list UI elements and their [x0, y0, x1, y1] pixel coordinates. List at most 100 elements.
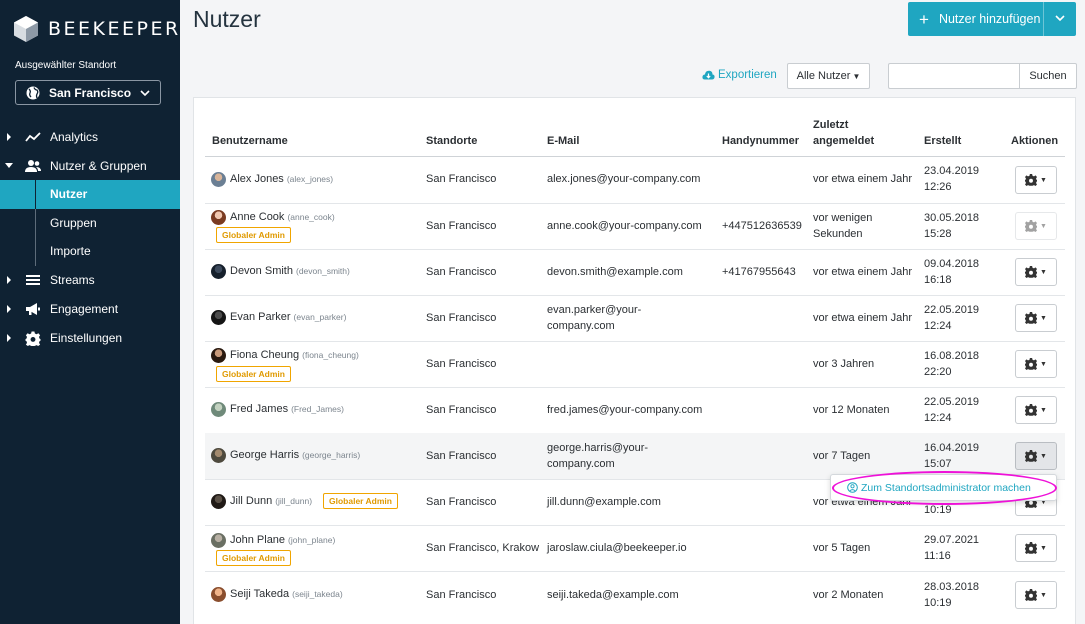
- caret-down-icon: ▼: [1040, 406, 1047, 414]
- user-name[interactable]: Fred James (Fred_James): [230, 403, 344, 415]
- sidebar-item-gruppen[interactable]: Gruppen: [0, 208, 180, 237]
- list-icon: [26, 275, 40, 285]
- add-user-button[interactable]: + Nutzer hinzufügen: [908, 2, 1076, 36]
- user-created-time: 15:28: [924, 228, 952, 240]
- logo[interactable]: BEEKEEPER: [14, 16, 181, 42]
- avatar: [211, 533, 226, 548]
- sidebar-item-nutzer[interactable]: Nutzer: [0, 180, 180, 209]
- sidebar-item-einstellungen[interactable]: Einstellungen: [0, 324, 180, 353]
- location-select[interactable]: San Francisco: [15, 80, 161, 105]
- row-actions-button[interactable]: ▼: [1015, 534, 1057, 562]
- gear-icon: [1025, 542, 1038, 554]
- row-actions-button[interactable]: ▼: [1015, 581, 1057, 609]
- user-phone: +41767955643: [722, 266, 796, 278]
- user-email: evan.parker@your-: [547, 304, 642, 316]
- row-actions-button[interactable]: ▼: [1015, 166, 1057, 194]
- avatar: [211, 348, 226, 363]
- user-last-login: vor etwa einem Jahr: [813, 312, 913, 324]
- user-site: San Francisco: [426, 589, 497, 601]
- sidebar-item-importe[interactable]: Importe: [0, 237, 180, 266]
- row-actions-button[interactable]: ▼: [1015, 396, 1057, 424]
- user-created-date: 22.05.2019: [924, 396, 980, 408]
- page-title: Nutzer: [193, 6, 261, 32]
- globe-icon: [26, 86, 40, 99]
- col-header-email[interactable]: E-Mail: [547, 133, 579, 149]
- user-display-name: Seiji Takeda: [230, 588, 290, 600]
- gear-icon: [1025, 220, 1038, 232]
- gear-icon: [25, 330, 41, 346]
- chevron-right-icon: [7, 132, 11, 141]
- plus-icon: +: [919, 9, 929, 29]
- user-name[interactable]: Alex Jones (alex_jones): [230, 173, 333, 185]
- sidebar-item-users-groups[interactable]: Nutzer & Gruppen: [0, 151, 180, 180]
- location-value: San Francisco: [49, 85, 132, 100]
- sidebar-item-label: Streams: [50, 273, 95, 287]
- user-name[interactable]: Seiji Takeda (seiji_takeda): [230, 588, 343, 600]
- megaphone-icon: [26, 303, 40, 315]
- user-name[interactable]: Fiona Cheung (fiona_cheung): [230, 349, 359, 361]
- user-email: jill.dunn@example.com: [547, 496, 661, 508]
- user-filter-dropdown[interactable]: Alle Nutzer ▼: [787, 63, 870, 89]
- user-name[interactable]: George Harris (george_harris): [230, 449, 360, 461]
- global-admin-badge: Globaler Admin: [216, 227, 291, 243]
- chevron-down-icon[interactable]: [1055, 15, 1065, 22]
- user-created-time: 16:18: [924, 274, 952, 286]
- caret-down-icon: ▼: [1040, 268, 1047, 276]
- user-email: anne.cook@your-company.com: [547, 220, 702, 232]
- col-header-last-login-line1[interactable]: Zuletzt: [813, 117, 848, 133]
- col-header-phone[interactable]: Handynummer: [722, 133, 799, 149]
- sidebar-item-engagement[interactable]: Engagement: [0, 295, 180, 324]
- sidebar-item-streams[interactable]: Streams: [0, 266, 180, 295]
- col-header-username[interactable]: Benutzername: [212, 133, 288, 149]
- add-user-label: Nutzer hinzufügen: [938, 12, 1041, 26]
- user-site: San Francisco, Krakow: [426, 542, 540, 554]
- user-created-time: 22:20: [924, 366, 952, 378]
- row-actions-button[interactable]: ▼: [1015, 258, 1057, 286]
- row-actions-button[interactable]: ▼: [1015, 350, 1057, 378]
- user-email-line2: company.com: [547, 458, 615, 470]
- user-created-date: 09.04.2018: [924, 258, 980, 270]
- user-handle: (fiona_cheung): [302, 350, 359, 360]
- row-actions-button[interactable]: ▼: [1015, 442, 1057, 470]
- user-display-name: Devon Smith: [230, 265, 293, 277]
- col-header-created[interactable]: Erstellt: [924, 133, 961, 149]
- search-input[interactable]: [888, 63, 1019, 89]
- gear-icon: [1025, 358, 1038, 370]
- user-name[interactable]: Anne Cook (anne_cook): [230, 211, 335, 223]
- sidebar-item-label: Gruppen: [50, 215, 97, 230]
- user-name[interactable]: Devon Smith (devon_smith): [230, 265, 350, 277]
- user-created-date: 23.04.2019: [924, 165, 980, 177]
- user-circle-icon: [847, 482, 858, 493]
- user-phone: +447512636539: [722, 220, 802, 232]
- col-header-sites[interactable]: Standorte: [426, 133, 477, 149]
- caret-down-icon: ▼: [852, 71, 861, 81]
- caret-down-icon: ▼: [1040, 544, 1047, 552]
- location-label: Ausgewählter Standort: [15, 60, 117, 71]
- col-header-last-login-line2[interactable]: angemeldet: [813, 133, 874, 149]
- row-actions-button[interactable]: ▼: [1015, 304, 1057, 332]
- beekeeper-logo-icon: [14, 16, 38, 42]
- col-header-actions: Aktionen: [1011, 135, 1059, 147]
- tree-line: [35, 208, 36, 237]
- sidebar-item-analytics[interactable]: Analytics: [0, 122, 180, 151]
- user-name[interactable]: Jill Dunn (jill_dunn): [230, 495, 312, 507]
- avatar: [211, 402, 226, 417]
- export-link[interactable]: Exportieren: [702, 69, 777, 81]
- make-site-admin-menu-item[interactable]: Zum Standortsadministrator machen: [830, 474, 1057, 501]
- chevron-right-icon: [7, 276, 11, 284]
- search-button[interactable]: Suchen: [1019, 63, 1077, 89]
- avatar: [211, 448, 226, 463]
- user-name[interactable]: Evan Parker (evan_parker): [230, 311, 346, 323]
- user-name[interactable]: John Plane (john_plane): [230, 534, 335, 546]
- caret-down-icon: ▼: [1040, 360, 1047, 368]
- user-display-name: Fred James: [230, 403, 289, 415]
- brand-name: BEEKEEPER: [48, 18, 181, 40]
- sidebar-item-label: Engagement: [50, 302, 119, 316]
- tree-line: [35, 237, 36, 266]
- user-last-login: vor 7 Tagen: [813, 450, 871, 462]
- sidebar-item-label: Nutzer & Gruppen: [50, 158, 147, 173]
- user-last-login: vor wenigen: [813, 212, 873, 224]
- gear-icon: [1025, 450, 1038, 462]
- user-site: San Francisco: [426, 266, 497, 278]
- user-site: San Francisco: [426, 312, 497, 324]
